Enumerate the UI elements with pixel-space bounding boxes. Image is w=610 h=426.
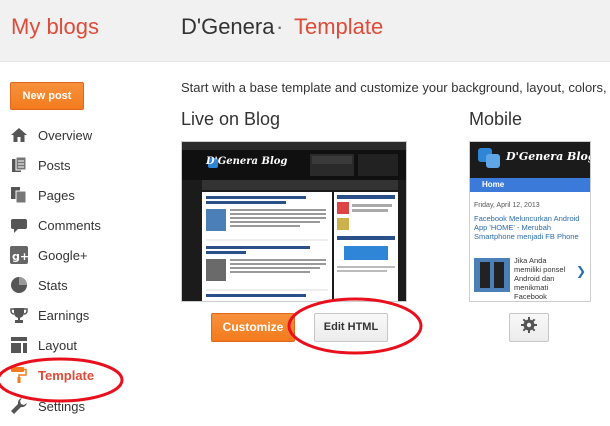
mobile-preview-date: Friday, April 12, 2013 [474, 202, 540, 209]
mobile-settings-button[interactable] [509, 313, 549, 342]
comments-icon [10, 216, 28, 234]
intro-text: Start with a base template and customize… [181, 80, 607, 95]
preview-logo: D'Genera Blog [206, 156, 288, 167]
preview-post-area [202, 192, 332, 301]
google-plus-icon: g+ [10, 246, 28, 264]
preview-nav-bar [202, 180, 398, 190]
sidebar-item-settings[interactable]: Settings [10, 391, 170, 421]
mobile-preview-home: Home [482, 180, 505, 189]
pages-icon [10, 186, 28, 204]
live-on-blog-heading: Live on Blog [181, 109, 281, 129]
sidebar-item-overview[interactable]: Overview [10, 120, 170, 150]
sidebar-item-label: Pages [38, 187, 75, 203]
sidebar-item-label: Earnings [38, 307, 90, 323]
new-post-button[interactable]: New post [10, 82, 84, 110]
wrench-icon [10, 397, 28, 415]
mobile-preview-thumbnail [474, 258, 510, 292]
mobile-preview-post-title: Facebook Meluncurkan Android App 'HOME' … [474, 214, 580, 241]
live-template-preview[interactable]: D'Genera Blog [181, 141, 407, 302]
sidebar-item-label: Overview [38, 127, 93, 143]
preview-sidebar [334, 192, 398, 301]
sidebar-item-google-plus[interactable]: g+ Google+ [10, 240, 170, 270]
svg-text:g+: g+ [12, 250, 28, 263]
stats-icon [10, 276, 28, 294]
mobile-heading: Mobile [469, 109, 523, 129]
sidebar-item-label: Settings [38, 398, 85, 414]
title-separator: · [276, 14, 284, 39]
customize-button[interactable]: Customize [211, 313, 295, 342]
sidebar-item-posts[interactable]: Posts [10, 150, 170, 180]
sidebar-item-label: Posts [38, 157, 71, 173]
sidebar-item-label: Template [38, 367, 95, 383]
mobile-preview-excerpt: Jika Anda memiliki ponsel Android dan me… [514, 256, 566, 301]
my-blogs-link[interactable]: My blogs [11, 14, 99, 40]
sidebar-item-pages[interactable]: Pages [10, 180, 170, 210]
sidebar-item-label: Layout [38, 337, 78, 353]
posts-icon [10, 156, 28, 174]
sidebar-item-earnings[interactable]: Earnings [10, 300, 170, 330]
preview-top-bar [182, 142, 406, 150]
sidebar-item-stats[interactable]: Stats [10, 270, 170, 300]
mobile-preview-logo: D'Genera Blog [506, 150, 591, 163]
page-title: Template [294, 14, 384, 39]
trophy-icon [10, 306, 28, 324]
sidebar-item-label: Stats [38, 277, 68, 293]
paint-roller-icon [10, 366, 28, 384]
gear-icon [521, 317, 537, 338]
sidebar-item-comments[interactable]: Comments [10, 210, 170, 240]
blog-name: D'Genera [181, 14, 275, 39]
mobile-template-preview[interactable]: D'Genera Blog Home Friday, April 12, 201… [469, 141, 591, 302]
sidebar-item-layout[interactable]: Layout [10, 330, 170, 360]
top-header: My blogs D'Genera · Template [0, 0, 610, 62]
edit-html-button[interactable]: Edit HTML [314, 313, 388, 342]
layout-icon [10, 336, 28, 354]
sidebar-item-template[interactable]: Template [10, 360, 170, 390]
chevron-right-icon: ❯ [576, 264, 587, 278]
sidebar-item-label: Comments [38, 217, 101, 233]
home-icon [10, 126, 28, 144]
sidebar-item-label: Google+ [38, 247, 88, 263]
